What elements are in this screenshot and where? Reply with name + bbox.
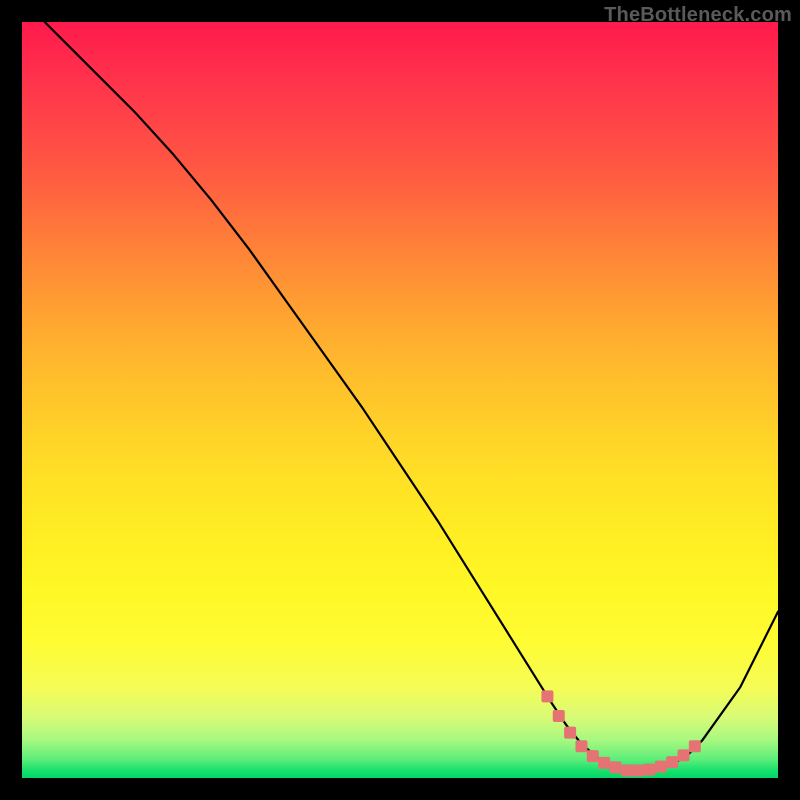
- optimal-range-marker: [666, 756, 678, 768]
- optimal-range-marker: [564, 727, 576, 739]
- optimal-range-marker: [553, 710, 565, 722]
- optimal-range-marker: [541, 690, 553, 702]
- chart-svg: [22, 22, 778, 778]
- optimal-range-marker: [632, 764, 644, 776]
- marker-layer: [541, 690, 700, 776]
- optimal-range-marker: [587, 750, 599, 762]
- optimal-range-marker: [575, 740, 587, 752]
- optimal-range-marker: [678, 749, 690, 761]
- bottleneck-curve-path: [45, 22, 778, 770]
- optimal-range-marker: [621, 764, 633, 776]
- optimal-range-marker: [598, 757, 610, 769]
- plot-area: [22, 22, 778, 778]
- optimal-range-marker: [689, 740, 701, 752]
- chart-container: TheBottleneck.com: [0, 0, 800, 800]
- watermark-text: TheBottleneck.com: [604, 4, 792, 27]
- optimal-range-marker: [609, 761, 621, 773]
- curve-layer: [45, 22, 778, 770]
- optimal-range-marker: [643, 764, 655, 776]
- optimal-range-marker: [655, 761, 667, 773]
